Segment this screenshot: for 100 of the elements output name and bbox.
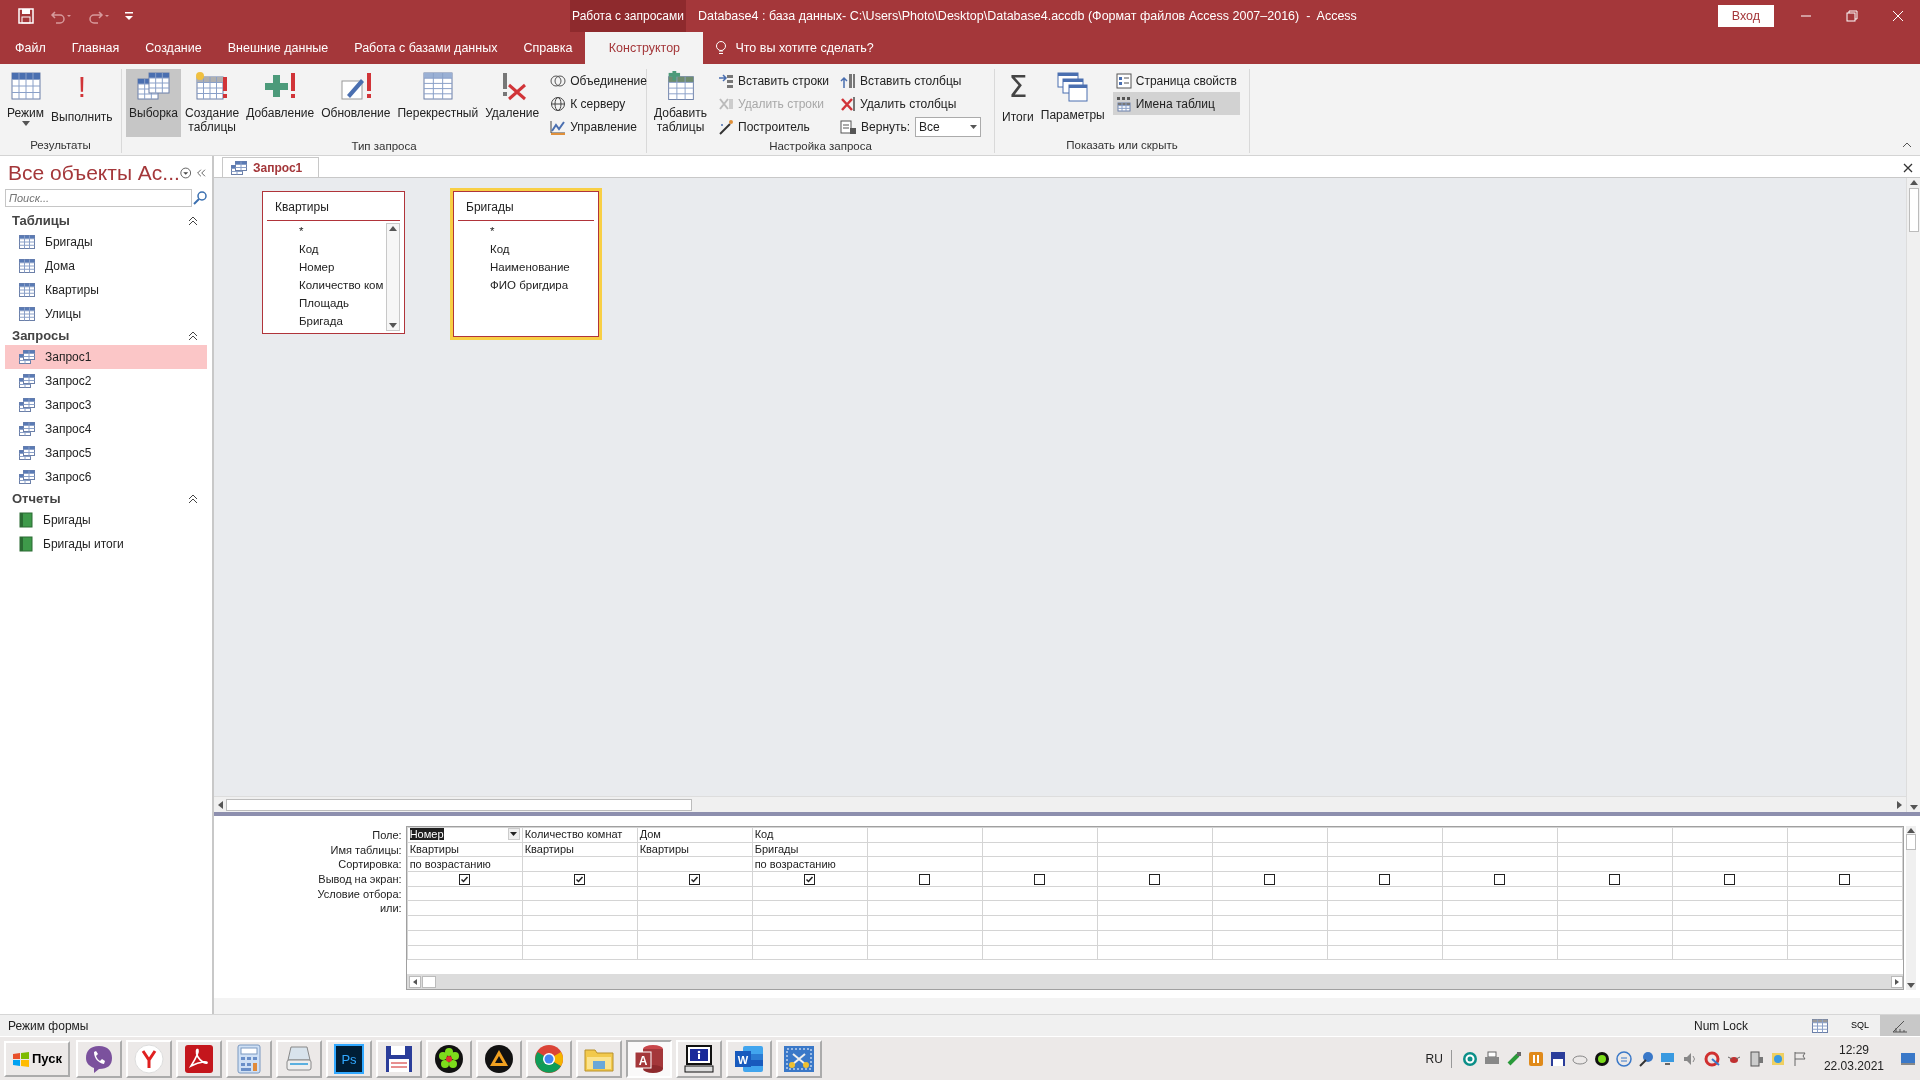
device-icon[interactable] xyxy=(1747,1050,1764,1067)
scroll-thumb[interactable] xyxy=(1905,834,1916,850)
checkbox[interactable] xyxy=(919,874,931,885)
antivirus-icon[interactable] xyxy=(1461,1050,1478,1067)
taskbar-button[interactable] xyxy=(376,1039,422,1078)
ribbon-tab[interactable]: Файл xyxy=(2,32,59,64)
field-item[interactable]: ФИО бригдира xyxy=(490,279,569,291)
ribbon-button[interactable]: Добавление xyxy=(243,69,318,137)
ribbon-tab[interactable]: Внешние данные xyxy=(214,32,342,64)
nav-item[interactable]: Бригады итоги xyxy=(5,532,207,556)
grid-cell[interactable]: Квартиры xyxy=(407,842,523,857)
ribbon-tab[interactable]: Справка xyxy=(510,32,586,64)
taskbar-button[interactable] xyxy=(676,1039,722,1078)
ribbon-button[interactable]: Параметры xyxy=(1037,69,1108,137)
field-item[interactable]: Код xyxy=(490,243,510,255)
search-field[interactable]: Поиск... xyxy=(5,189,192,207)
checkbox[interactable] xyxy=(1379,874,1391,885)
checkbox[interactable] xyxy=(1149,874,1161,885)
grid-cell[interactable] xyxy=(1327,827,1443,843)
nav-item[interactable]: Бригады xyxy=(5,230,207,254)
ribbon-button[interactable]: Управление xyxy=(547,115,650,138)
scrollbar[interactable] xyxy=(1906,178,1920,812)
taskbar-button[interactable]: W xyxy=(726,1039,772,1078)
grid-cell[interactable] xyxy=(1442,827,1558,843)
nav-item[interactable]: Запрос5 xyxy=(5,441,207,465)
language-indicator[interactable]: RU xyxy=(1425,1049,1452,1068)
view-button[interactable] xyxy=(1880,1014,1920,1037)
group-header[interactable]: Таблицы xyxy=(12,210,70,231)
checkbox[interactable] xyxy=(689,874,701,885)
clock[interactable]: 12:29 22.03.2021 xyxy=(1823,1042,1884,1075)
ribbon-button[interactable]: Режим xyxy=(4,69,47,137)
ribbon-tab[interactable]: Работа с базами данных xyxy=(341,32,511,64)
grid-cell[interactable]: Бригады xyxy=(752,842,868,857)
customize-icon[interactable] xyxy=(124,11,134,21)
checkbox[interactable] xyxy=(1494,874,1506,885)
grid-cell[interactable]: Код xyxy=(752,827,868,843)
field-item[interactable]: * xyxy=(490,225,495,237)
field-item[interactable]: Площадь xyxy=(299,297,350,309)
save-icon[interactable] xyxy=(18,8,34,24)
grid-cell[interactable]: Номер xyxy=(407,827,523,843)
nav-item[interactable]: Запрос1 xyxy=(5,345,207,369)
close-icon[interactable] xyxy=(1892,10,1904,22)
ribbon-button[interactable]: Страница свойств xyxy=(1112,69,1240,92)
ribbon-button[interactable]: Удаление xyxy=(482,69,543,137)
collapse-icon[interactable] xyxy=(188,330,198,341)
scroll-thumb[interactable] xyxy=(1908,188,1919,232)
grid-cell[interactable] xyxy=(1787,827,1903,843)
network-icon[interactable] xyxy=(1637,1050,1654,1067)
table-title[interactable]: Квартиры xyxy=(267,196,400,221)
table-window[interactable]: Квартиры * Код Номер Количество ком Площадь Бригада xyxy=(262,191,405,334)
dropdown-icon[interactable] xyxy=(179,166,192,180)
checkbox[interactable] xyxy=(1839,874,1851,885)
ribbon-button[interactable]: Обновление xyxy=(318,69,394,137)
field-item[interactable]: Код xyxy=(299,243,319,255)
ribbon-tab[interactable]: Создание xyxy=(132,32,215,64)
grid-cell[interactable]: по возрастанию xyxy=(752,856,868,872)
grid-cell[interactable] xyxy=(1557,827,1673,843)
search-icon[interactable] xyxy=(192,190,208,206)
taskbar-button[interactable]: A xyxy=(626,1039,672,1078)
flower-icon[interactable] xyxy=(1593,1050,1610,1067)
table-window[interactable]: Бригады * Код Наименование ФИО бригдира xyxy=(453,191,599,337)
printer-icon[interactable] xyxy=(1483,1050,1500,1067)
ribbon-button[interactable]: Вставить столбцы xyxy=(837,69,985,92)
tell-me-field[interactable]: Что вы хотите сделать? xyxy=(735,38,874,58)
ribbon-button[interactable]: Имена таблиц xyxy=(1112,92,1240,115)
nav-item[interactable]: Запрос4 xyxy=(5,417,207,441)
grid-cell[interactable]: по возрастанию xyxy=(407,856,523,872)
scrollbar[interactable] xyxy=(406,974,1903,989)
floppy-icon[interactable] xyxy=(1549,1050,1566,1067)
return-dropdown[interactable]: Все xyxy=(915,116,982,137)
scroll-thumb[interactable] xyxy=(226,798,692,811)
undo-icon[interactable] xyxy=(48,8,72,24)
ribbon-button[interactable]: Σ Итоги xyxy=(999,69,1037,137)
grid-cell[interactable]: Квартиры xyxy=(522,842,638,857)
scrollbar[interactable] xyxy=(386,223,400,331)
checkbox[interactable] xyxy=(1034,874,1046,885)
monitor-icon[interactable] xyxy=(1659,1050,1676,1067)
flag-icon[interactable] xyxy=(1791,1050,1808,1067)
ribbon-button[interactable]: Перекрестный xyxy=(394,69,482,137)
collapse-icon[interactable] xyxy=(188,493,198,504)
ribbon-button[interactable]: Создание таблицы xyxy=(182,69,243,137)
field-item[interactable]: Количество ком xyxy=(299,279,384,291)
field-item[interactable]: Наименование xyxy=(490,261,570,273)
nav-item[interactable]: Дома xyxy=(5,254,207,278)
checkbox[interactable] xyxy=(1609,874,1621,885)
ribbon-button[interactable]: ! Выполнить xyxy=(48,69,116,137)
nav-item[interactable]: Улицы xyxy=(5,302,207,326)
start-button[interactable]: Пуск xyxy=(4,1040,70,1077)
nav-item[interactable]: Запрос2 xyxy=(5,369,207,393)
ribbon-tab[interactable]: Главная xyxy=(58,32,133,64)
taskbar-button[interactable] xyxy=(426,1039,472,1078)
group-header[interactable]: Отчеты xyxy=(12,488,61,509)
redo-icon[interactable] xyxy=(86,8,110,24)
chat-icon[interactable] xyxy=(1615,1050,1632,1067)
taskbar-button[interactable] xyxy=(76,1039,122,1078)
ribbon-button[interactable]: Выборка xyxy=(126,69,182,137)
checkbox[interactable] xyxy=(1264,874,1276,885)
ribbon-button[interactable]: Вставить строки xyxy=(715,69,833,92)
nav-item[interactable]: Бригады xyxy=(5,508,207,532)
grid-cell[interactable] xyxy=(1672,827,1788,843)
